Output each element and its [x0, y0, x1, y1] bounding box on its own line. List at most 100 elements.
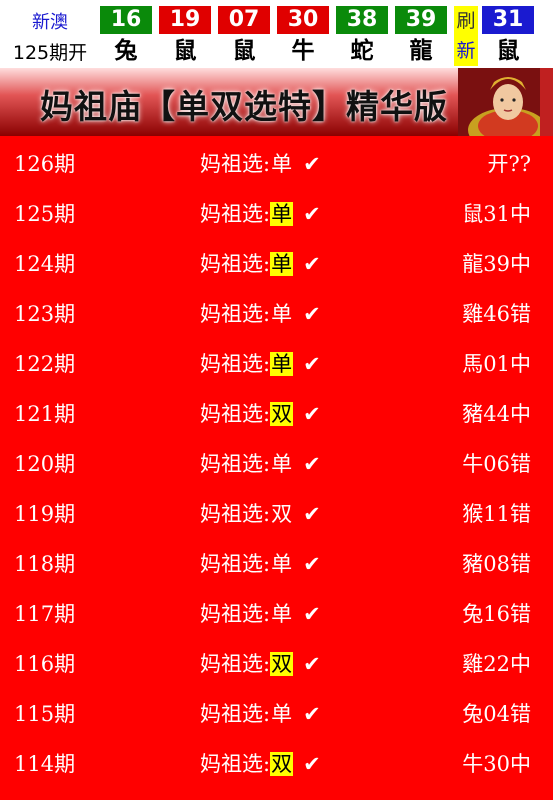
prediction-row: 123期 妈祖选:单 ✔ 雞46错 — [0, 286, 553, 336]
ball-number: 39 — [395, 6, 447, 34]
check-icon: ✔ — [303, 452, 321, 476]
period-label: 125期开 — [12, 42, 88, 64]
result: 牛06错 — [462, 452, 531, 476]
result: 雞22中 — [462, 652, 531, 676]
prediction-row: 119期 妈祖选:双 ✔ 猴11错 — [0, 486, 553, 536]
period: 126期 — [14, 152, 76, 176]
prediction-label: 妈祖选: — [200, 402, 271, 426]
region-label: 新澳 — [32, 12, 68, 33]
check-icon: ✔ — [303, 152, 321, 176]
ball-number: 07 — [218, 6, 270, 34]
ball-zodiac: 牛 — [291, 38, 315, 64]
ball-zodiac: 兔 — [114, 38, 138, 64]
prediction-value: 双 — [270, 652, 294, 676]
results-header: 新澳 125期开 16 兔 19 鼠 07 鼠 30 牛 38 蛇 39 龍 刷… — [0, 0, 553, 68]
period: 122期 — [14, 352, 76, 376]
title-banner: 妈祖庙【单双选特】精华版 — [0, 68, 553, 136]
prediction-row: 125期 妈祖选:单 ✔ 鼠31中 — [0, 186, 553, 236]
period: 114期 — [14, 752, 76, 776]
prediction: 妈祖选:单 ✔ — [200, 198, 321, 228]
prediction-value: 单 — [271, 602, 293, 626]
prediction-label: 妈祖选: — [200, 702, 271, 726]
prediction: 妈祖选:双 ✔ — [200, 498, 321, 528]
check-icon: ✔ — [303, 252, 321, 276]
prediction-label: 妈祖选: — [200, 602, 271, 626]
special-ball-number: 31 — [482, 6, 534, 34]
prediction-value: 双 — [271, 502, 293, 526]
prediction-row: 126期 妈祖选:单 ✔ 开?? — [0, 136, 553, 186]
prediction-label: 妈祖选: — [200, 752, 271, 776]
period: 115期 — [14, 702, 76, 726]
check-icon: ✔ — [303, 752, 321, 776]
ball-zodiac: 鼠 — [232, 38, 256, 64]
prediction-row: 124期 妈祖选:单 ✔ 龍39中 — [0, 236, 553, 286]
check-icon: ✔ — [303, 502, 321, 526]
result: 兔16错 — [462, 602, 531, 626]
prediction-row: 118期 妈祖选:单 ✔ 豬08错 — [0, 536, 553, 586]
refresh-button[interactable]: 刷 新 — [454, 6, 478, 66]
check-icon: ✔ — [303, 702, 321, 726]
deity-image — [458, 68, 553, 136]
result: 开?? — [487, 152, 531, 176]
check-icon: ✔ — [303, 352, 321, 376]
prediction-label: 妈祖选: — [200, 202, 271, 226]
period: 116期 — [14, 652, 76, 676]
prediction-value: 单 — [271, 302, 293, 326]
ball-number: 16 — [100, 6, 152, 34]
prediction: 妈祖选:双 ✔ — [200, 648, 321, 678]
prediction-value: 单 — [270, 252, 294, 276]
prediction-row: 122期 妈祖选:单 ✔ 馬01中 — [0, 336, 553, 386]
result: 龍39中 — [462, 252, 531, 276]
prediction-label: 妈祖选: — [200, 152, 271, 176]
check-icon: ✔ — [303, 652, 321, 676]
result: 牛30中 — [462, 752, 531, 776]
prediction-value: 双 — [270, 752, 294, 776]
result: 豬44中 — [462, 402, 531, 426]
period: 118期 — [14, 552, 76, 576]
ball-zodiac: 蛇 — [350, 38, 374, 64]
prediction: 妈祖选:单 ✔ — [200, 348, 321, 378]
period: 119期 — [14, 502, 76, 526]
prediction: 妈祖选:单 ✔ — [200, 548, 321, 578]
prediction-value: 单 — [271, 452, 293, 476]
prediction-value: 单 — [271, 702, 293, 726]
ball-number: 19 — [159, 6, 211, 34]
prediction-value: 双 — [270, 402, 294, 426]
check-icon: ✔ — [303, 202, 321, 226]
prediction: 妈祖选:双 ✔ — [200, 398, 321, 428]
prediction-row: 116期 妈祖选:双 ✔ 雞22中 — [0, 636, 553, 686]
result: 馬01中 — [462, 352, 531, 376]
prediction: 妈祖选:单 ✔ — [200, 148, 321, 178]
prediction-list: 126期 妈祖选:单 ✔ 开?? 125期 妈祖选:单 ✔ 鼠31中 124期 妈祖… — [0, 136, 553, 786]
prediction: 妈祖选:单 ✔ — [200, 598, 321, 628]
prediction-row: 115期 妈祖选:单 ✔ 兔04错 — [0, 686, 553, 736]
result: 雞46错 — [462, 302, 531, 326]
prediction-row: 121期 妈祖选:双 ✔ 豬44中 — [0, 386, 553, 436]
prediction: 妈祖选:单 ✔ — [200, 248, 321, 278]
prediction-value: 单 — [270, 202, 294, 226]
prediction: 妈祖选:单 ✔ — [200, 698, 321, 728]
period: 125期 — [14, 202, 76, 226]
prediction: 妈祖选:单 ✔ — [200, 448, 321, 478]
ball-number: 30 — [277, 6, 329, 34]
period: 117期 — [14, 602, 76, 626]
banner-title: 妈祖庙【单双选特】精华版 — [40, 87, 448, 126]
prediction-label: 妈祖选: — [200, 552, 271, 576]
period: 121期 — [14, 402, 76, 426]
check-icon: ✔ — [303, 302, 321, 326]
prediction-label: 妈祖选: — [200, 452, 271, 476]
prediction-value: 单 — [271, 152, 293, 176]
prediction-label: 妈祖选: — [200, 352, 271, 376]
prediction: 妈祖选:双 ✔ — [200, 748, 321, 778]
ball-zodiac: 龍 — [409, 38, 433, 64]
prediction: 妈祖选:单 ✔ — [200, 298, 321, 328]
period: 123期 — [14, 302, 76, 326]
prediction-label: 妈祖选: — [200, 252, 271, 276]
ball-number: 38 — [336, 6, 388, 34]
refresh-label-bottom: 新 — [456, 40, 476, 62]
check-icon: ✔ — [303, 552, 321, 576]
result: 兔04错 — [462, 702, 531, 726]
check-icon: ✔ — [303, 402, 321, 426]
result: 猴11错 — [462, 502, 531, 526]
check-icon: ✔ — [303, 602, 321, 626]
